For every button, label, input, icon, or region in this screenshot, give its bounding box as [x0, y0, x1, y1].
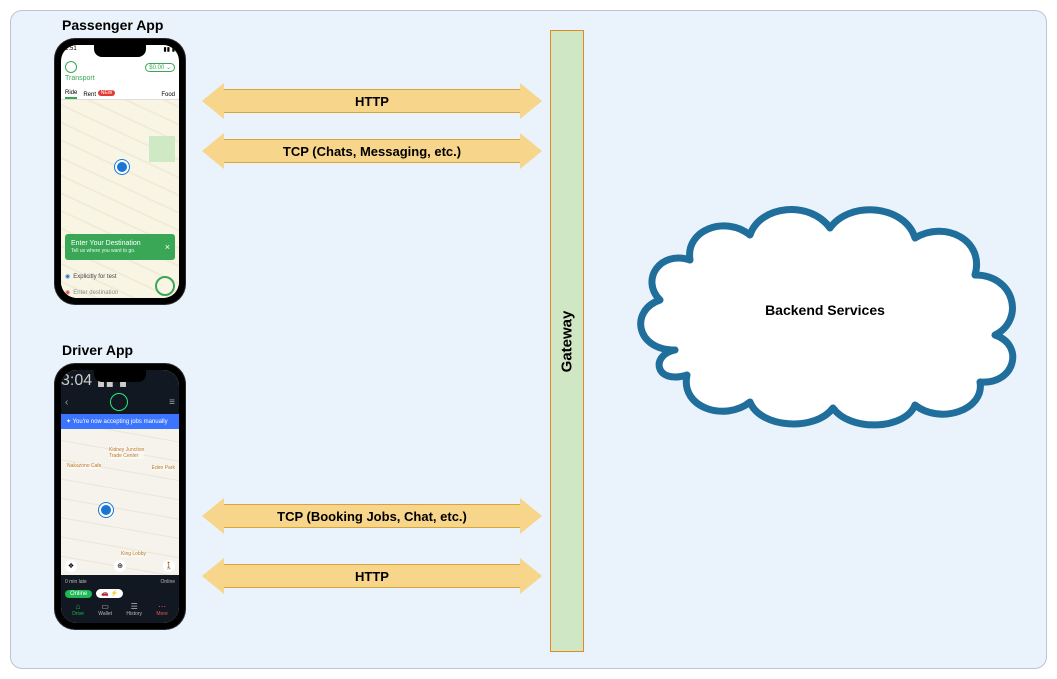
time-label: 2:51	[65, 46, 77, 58]
driver-app-title: Driver App	[62, 342, 133, 358]
more-icon: ⋯	[156, 602, 167, 611]
driver-location-icon	[99, 503, 113, 517]
arrow-label: HTTP	[355, 94, 389, 109]
driver-logo-icon	[110, 393, 128, 411]
tab-rent: Rent NEW	[83, 92, 115, 99]
chevron-left-icon: ‹	[65, 397, 68, 408]
profile-icon	[65, 61, 77, 73]
location-pin-icon	[115, 160, 129, 174]
arrow-driver-tcp: TCP (Booking Jobs, Chat, etc.)	[202, 498, 542, 534]
category-tabs: Ride Rent NEW Food	[61, 87, 179, 100]
driver-phone: 3:04 ▮▮ ▮ ‹ ≡ ✦ You're now accepting job…	[55, 364, 185, 629]
backend-cloud: Backend Services	[615, 170, 1035, 450]
driver-nav: ⌂Drive ▭Wallet ☰History ⋯More	[65, 602, 175, 617]
history-icon: ☰	[126, 602, 142, 611]
wallet-icon: ▭	[98, 602, 112, 611]
passenger-phone: 2:51 ▮▮ ▮ $0.00 ⌄ Transport Ride Rent NE…	[55, 39, 185, 304]
phone-notch	[94, 45, 146, 57]
time-label: 3:04	[61, 372, 92, 389]
balance-pill: $0.00 ⌄	[145, 63, 175, 72]
pin-dot-icon: ◉	[65, 289, 70, 296]
go-button-icon	[155, 276, 175, 296]
gateway-box: Gateway	[550, 30, 584, 652]
destination-card: Enter Your Destination Tell us where you…	[65, 234, 175, 260]
late-label: 0 min late	[65, 579, 87, 585]
gateway-label: Gateway	[559, 310, 576, 372]
history-dot-icon: ◉	[65, 273, 70, 280]
close-icon: ×	[165, 242, 170, 252]
signal-icon: ▮▮ ▮	[163, 46, 175, 58]
arrow-label: HTTP	[355, 569, 389, 584]
auto-pill: 🚗 ⚡	[96, 589, 123, 598]
walk-icon: 🚶	[163, 560, 175, 572]
menu-icon: ≡	[169, 397, 175, 408]
passenger-map: Enter Your Destination Tell us where you…	[61, 100, 179, 298]
arrow-passenger-tcp: TCP (Chats, Messaging, etc.)	[202, 133, 542, 169]
nav-history: ☰History	[126, 602, 142, 617]
arrow-label: TCP (Booking Jobs, Chat, etc.)	[277, 509, 467, 524]
nav-wallet: ▭Wallet	[98, 602, 112, 617]
driver-bottom-panel: 0 min late Online Online 🚗 ⚡ ⌂Drive ▭Wal…	[61, 575, 179, 623]
map-icon-tray: ❖ ⊕ 🚶	[65, 560, 175, 572]
tab-food: Food	[161, 92, 175, 99]
arrow-passenger-http: HTTP	[202, 83, 542, 119]
driver-map: Kidney JunctionTrade Center Eden Park Na…	[61, 429, 179, 575]
manual-banner: ✦ You're now accepting jobs manually	[61, 414, 179, 429]
passenger-app-title: Passenger App	[62, 17, 163, 33]
arrow-driver-http: HTTP	[202, 558, 542, 594]
arrow-label: TCP (Chats, Messaging, etc.)	[283, 144, 461, 159]
driver-topbar: ‹ ≡	[61, 390, 179, 414]
transport-header: Transport	[61, 75, 179, 87]
online-label: Online	[161, 579, 175, 585]
phone-notch	[94, 370, 146, 382]
home-icon: ⌂	[72, 602, 84, 611]
layers-icon: ❖	[65, 560, 77, 572]
locate-icon: ⊕	[114, 560, 126, 572]
tab-ride: Ride	[65, 90, 77, 99]
nav-more: ⋯More	[156, 602, 167, 617]
backend-label: Backend Services	[615, 302, 1035, 318]
nav-drive: ⌂Drive	[72, 602, 84, 617]
online-pill: Online	[65, 590, 92, 598]
